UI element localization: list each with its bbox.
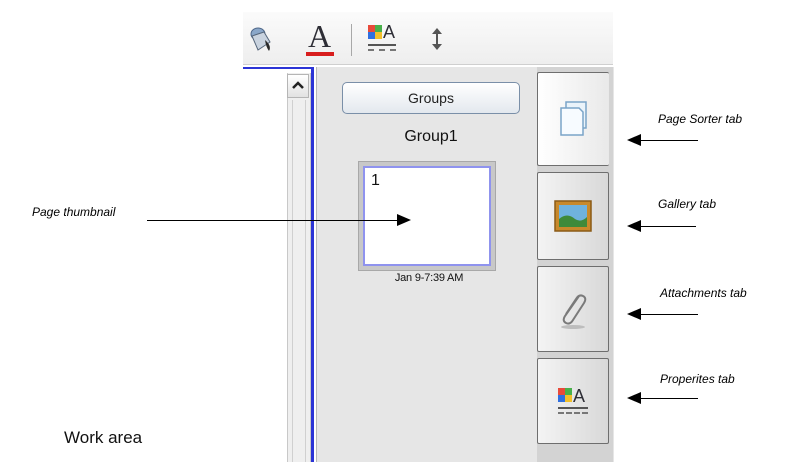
page-thumbnail-callout-line (147, 220, 399, 221)
groups-button[interactable]: Groups (342, 82, 520, 114)
page-date: Jan 9-7:39 AM (394, 272, 464, 284)
scroll-up-button[interactable] (287, 74, 309, 98)
gallery-callout: Gallery tab (658, 197, 717, 211)
color-swatch-green (565, 388, 572, 395)
work-area-edge (311, 67, 314, 462)
page-sorter-callout-line (640, 140, 698, 141)
work-area-border (243, 67, 313, 69)
properties-glyph: A (383, 22, 396, 42)
group-name: Group1 (404, 128, 458, 145)
color-swatch-red (558, 388, 565, 395)
color-swatch-blue (368, 32, 375, 39)
chevron-up-icon (292, 81, 304, 89)
properties-line-2 (558, 412, 588, 414)
work-area-label: Work area (64, 428, 143, 447)
tab-attachments[interactable] (537, 266, 609, 352)
page-thumbnail-arrowhead (397, 214, 411, 226)
font-color-glyph: A (308, 18, 332, 54)
properties-arrowhead (627, 392, 641, 404)
page-number: 1 (371, 172, 380, 189)
attachments-callout: Attachments tab (660, 286, 747, 300)
vertical-arrows-icon[interactable] (430, 28, 444, 50)
properties-line-1 (368, 44, 396, 46)
attachments-callout-line (640, 314, 698, 315)
page-sorter-callout: Page Sorter tab (658, 112, 743, 126)
properties-icon[interactable]: A (365, 22, 399, 54)
paperclip-icon (561, 294, 587, 329)
tab-gallery[interactable] (537, 172, 609, 260)
properties-callout-line (640, 398, 698, 399)
color-swatch-yellow (565, 395, 572, 402)
font-color-underline (306, 52, 334, 56)
page-thumbnail[interactable] (363, 166, 491, 266)
page-sorter-arrowhead (627, 134, 641, 146)
color-swatch-yellow (375, 32, 382, 39)
page-icon (559, 101, 587, 136)
gallery-callout-line (640, 226, 696, 227)
properties-icon: A (556, 386, 590, 416)
color-swatch-blue (558, 395, 565, 402)
tab-page-sorter[interactable] (537, 72, 609, 166)
attachments-arrowhead (627, 308, 641, 320)
color-swatch-red (368, 25, 375, 32)
page-thumbnail-callout: Page thumbnail (32, 205, 116, 219)
paint-bucket-icon[interactable] (248, 24, 274, 54)
toolbar-separator (351, 24, 352, 56)
properties-line-1 (558, 407, 588, 409)
font-color-icon[interactable]: A (303, 20, 337, 58)
picture-icon (554, 200, 592, 232)
properties-glyph: A (573, 386, 586, 406)
properties-callout: Properites tab (660, 372, 735, 386)
gallery-arrowhead (627, 220, 641, 232)
properties-line-2 (368, 49, 396, 51)
scrollbar-track[interactable] (292, 100, 306, 462)
tab-properties[interactable]: A (537, 358, 609, 444)
toolbar (243, 12, 613, 65)
color-swatch-green (375, 25, 382, 32)
